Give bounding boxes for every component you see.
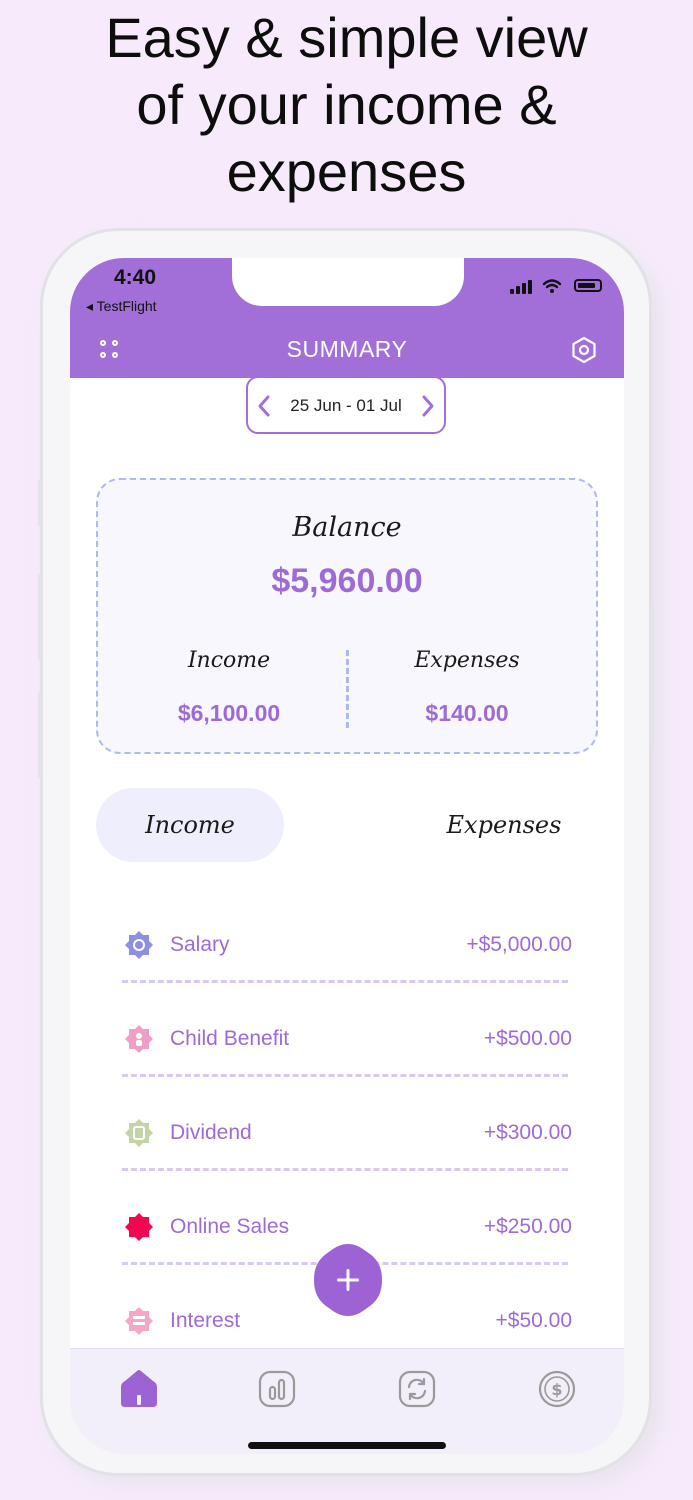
item-name: Salary <box>170 933 230 956</box>
svg-text:$: $ <box>551 1380 562 1399</box>
balance-value: $5,960.00 <box>271 562 423 600</box>
phone-volume-button <box>38 574 42 660</box>
salary-icon <box>125 931 153 959</box>
headline: Easy & simple view of your income & expe… <box>0 0 693 205</box>
dividend-icon <box>125 1119 153 1147</box>
list-item[interactable]: Salary +$5,000.00 <box>122 908 572 1002</box>
signal-icon <box>522 283 526 294</box>
app-header: 4:40 ◂ TestFlight SUMMARY <box>70 258 624 378</box>
currency-icon[interactable]: $ <box>535 1367 579 1411</box>
battery-icon <box>574 279 602 292</box>
item-amount: +$50.00 <box>495 1309 573 1332</box>
item-amount: +$250.00 <box>483 1215 572 1238</box>
online-sales-icon <box>125 1213 153 1241</box>
expenses-label: Expenses <box>414 648 520 673</box>
tab-income[interactable]: Income <box>96 788 284 862</box>
date-range-label: 25 Jun - 01 Jul <box>290 396 402 415</box>
back-to-app-link[interactable]: ◂ TestFlight <box>86 298 157 315</box>
settings-hexagon-icon[interactable] <box>570 336 598 364</box>
item-amount: +$500.00 <box>483 1027 572 1050</box>
child-benefit-icon <box>125 1025 153 1053</box>
add-transaction-button[interactable] <box>312 1242 384 1318</box>
app-screen: 4:40 ◂ TestFlight SUMMARY 25 Jun - 01 Ju… <box>70 258 624 1454</box>
wifi-icon <box>542 279 562 293</box>
item-name: Child Benefit <box>170 1027 290 1050</box>
bottom-nav: $ <box>70 1348 624 1454</box>
chevron-right-icon[interactable] <box>418 394 438 418</box>
income-expense-tabs: Income Expenses <box>96 788 598 862</box>
headline-line-2: of your income & <box>136 73 557 136</box>
expenses-value: $140.00 <box>425 700 509 726</box>
tab-expenses[interactable]: Expenses <box>410 788 598 862</box>
phone-side-button <box>38 480 42 526</box>
item-amount: +$5,000.00 <box>466 933 572 956</box>
item-amount: +$300.00 <box>483 1121 572 1144</box>
phone-volume-button <box>38 692 42 778</box>
date-range-picker: 25 Jun - 01 Jul <box>246 376 446 434</box>
home-icon[interactable] <box>117 1367 161 1411</box>
list-divider <box>122 1074 568 1077</box>
list-item[interactable]: Child Benefit +$500.00 <box>122 1002 572 1096</box>
status-time: 4:40 <box>114 266 157 289</box>
phone-notch <box>232 258 464 306</box>
item-name: Interest <box>170 1309 241 1332</box>
sync-icon[interactable] <box>395 1367 439 1411</box>
page-title: SUMMARY <box>286 336 408 362</box>
signal-icon <box>528 280 532 294</box>
list-divider <box>122 1168 568 1171</box>
list-divider <box>122 980 568 983</box>
phone-power-button <box>650 606 654 746</box>
home-indicator <box>248 1442 446 1449</box>
income-value: $6,100.00 <box>177 700 281 726</box>
signal-icon <box>510 289 514 294</box>
item-name: Dividend <box>170 1121 252 1144</box>
headline-line-3: expenses <box>226 140 467 203</box>
status-icons <box>510 278 602 294</box>
headline-line-1: Easy & simple view <box>105 6 588 69</box>
balance-card: Balance $5,960.00 Income $6,100.00 Expen… <box>96 478 598 754</box>
list-item[interactable]: Dividend +$300.00 <box>122 1096 572 1190</box>
balance-label: Balance <box>292 512 402 543</box>
interest-icon <box>125 1307 153 1335</box>
chart-icon[interactable] <box>255 1367 299 1411</box>
income-label: Income <box>187 648 271 673</box>
signal-icon <box>516 286 520 294</box>
item-name: Online Sales <box>170 1215 290 1238</box>
